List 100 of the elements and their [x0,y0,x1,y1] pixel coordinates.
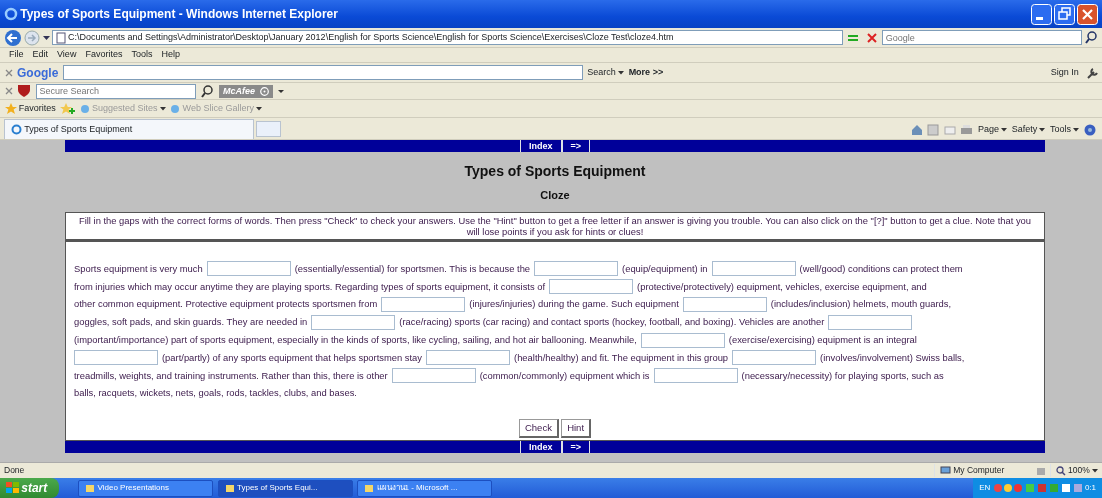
passage-text: (injures/injuries) during the game. Such equipment [469,297,679,312]
taskbar-button[interactable]: Types of Sports Equi... [217,479,353,497]
nav-button[interactable]: => [561,140,590,152]
minimize-button[interactable] [1030,3,1052,25]
command-menu[interactable]: Tools [1050,123,1071,137]
passage-text: (well/good) conditions can protect them [799,261,963,276]
globe-icon [170,103,181,114]
dropdown-icon[interactable] [1073,128,1080,132]
computer-icon [940,465,951,476]
passage-text: (health/healthy) and fit. The equipment in this group [514,350,729,365]
passage-text: treadmills, weights, and training instruments. Rather than this, there is other [74,368,388,383]
menu-item[interactable]: Favorites [85,48,123,62]
answer-field[interactable] [711,261,796,277]
globe-icon [79,103,90,114]
dropdown-icon[interactable] [159,106,166,111]
menu-item[interactable]: Help [161,48,180,62]
dropdown-icon[interactable] [1001,128,1008,132]
windows-logo-icon [6,482,19,494]
passage-text: (includes/inclusion) helmets, mouth guards, [770,297,952,312]
sign-in-link[interactable]: Sign In [1050,65,1079,80]
help-icon[interactable] [1083,124,1096,136]
passage-text: (equip/equipment) in [622,261,708,276]
search-icon[interactable] [1084,30,1098,45]
passage-text: (part/partly) of any sports equipment that helps sportsmen stay [162,350,423,365]
status-text: Done [4,464,26,477]
mail-icon[interactable] [943,124,956,136]
answer-field[interactable] [74,350,158,366]
dropdown-icon[interactable] [256,106,263,111]
answer-field[interactable] [206,261,291,277]
zoom-icon[interactable] [1055,465,1066,476]
command-menu[interactable]: Safety [1011,123,1038,137]
back-button[interactable] [4,28,22,47]
google-logo: Google [17,64,59,82]
dropdown-icon[interactable] [1039,128,1046,132]
passage-text: (essentially/essential) for sportsmen. This is because the [294,261,531,276]
answer-field[interactable] [653,368,738,384]
browser-icon [11,124,22,135]
nav-button[interactable]: Index [520,140,562,152]
window-icon [364,483,375,493]
zoom-level[interactable]: 100% [1068,464,1090,477]
page-icon [55,31,66,44]
action-button[interactable]: Check [518,418,559,438]
new-tab-button[interactable] [256,120,282,137]
answer-field[interactable] [640,332,725,348]
answer-field[interactable] [682,297,767,312]
passage-text: (necessary/necessity) for playing sports, such as [741,368,944,383]
passage-text: goggles, soft pads, and skin guards. They are needed in [74,315,308,330]
more-link[interactable]: More >> [628,65,664,80]
tray-icons-drawing[interactable] [992,482,1083,494]
add-favorite-icon[interactable] [60,102,76,115]
dropdown-icon[interactable] [42,35,50,40]
taskbar-button[interactable]: แผนงาน1 - Microsoft ... [357,479,493,497]
passage-text: (race/racing) sports (car racing) and contact sports (hockey, football, and boxing). Vehicles are another [399,315,825,330]
passage-text: from injuries which may occur anytime they are playing sports. Regarding types of sports equipment, it consists of [74,279,546,294]
browser-tab[interactable]: Types of Sports Equipment [4,119,254,139]
answer-field[interactable] [311,314,396,330]
passage-text: (involves/involvement) Swiss balls, [820,350,965,365]
answer-field[interactable] [732,350,817,366]
menu-item[interactable]: Tools [131,48,153,62]
start-button[interactable]: start [0,478,60,498]
address-field[interactable]: C:\Documents and Settings\Administrator\Desktop\January 2012\English for Sports Science\English for Sports Science\Exercises\Cloze Test\cloze4.htm [51,30,843,45]
feeds-icon[interactable] [927,124,940,136]
page-title: Types of Sports Equipment [464,162,646,181]
dropdown-icon[interactable] [618,70,625,75]
search-field[interactable] [62,65,583,80]
search-field[interactable]: Google [881,30,1082,45]
home-icon[interactable] [910,124,923,136]
answer-field[interactable] [426,350,511,366]
menu-item[interactable]: Edit [32,48,49,62]
answer-field[interactable] [391,368,476,384]
favorites-button[interactable]: Favorites [4,101,56,116]
answer-field[interactable] [534,261,619,277]
action-button[interactable]: Hint [561,418,592,438]
close-icon[interactable] [4,68,13,77]
search-button[interactable]: Search [587,65,616,80]
star-icon [4,102,17,115]
close-icon[interactable] [4,87,13,95]
answer-field[interactable] [828,314,913,330]
answer-field[interactable] [549,279,634,295]
menu-item[interactable]: View [57,48,77,62]
search-icon[interactable] [200,83,214,99]
taskbar-button[interactable]: Video Presentations [78,479,214,497]
close-button[interactable] [1077,3,1098,25]
answer-field[interactable] [381,297,466,312]
menu-item[interactable]: File [9,48,24,62]
settings-icon[interactable] [1085,66,1098,79]
dropdown-icon[interactable] [1092,468,1098,473]
secure-search-field[interactable]: Secure Search [35,83,196,99]
dropdown-icon[interactable] [277,89,284,93]
language-indicator[interactable]: EN [979,482,991,494]
url-text: C:\Documents and Settings\Administrator\Desktop\January 2012\English for Sports Science\English for Sports Science\Exercises\Cloze Test\cloze4.htm [68,31,674,44]
restore-button[interactable] [1053,3,1075,25]
window-title: Types of Sports Equipment - Windows Internet Explorer [20,6,339,23]
print-icon[interactable] [960,124,974,136]
nav-button[interactable]: => [561,441,590,453]
command-menu[interactable]: Page [977,123,999,137]
passage-text: (protective/protectively) equipment, vehicles, exercise equipment, and [637,279,927,294]
nav-button[interactable]: Index [520,441,562,453]
passage-text: (important/importance) part of sports equipment, especially in the kinds of sports, like cycling, sailing, and hot air ballooning. Meanwhile, [74,333,637,348]
help-icon[interactable] [259,86,269,96]
